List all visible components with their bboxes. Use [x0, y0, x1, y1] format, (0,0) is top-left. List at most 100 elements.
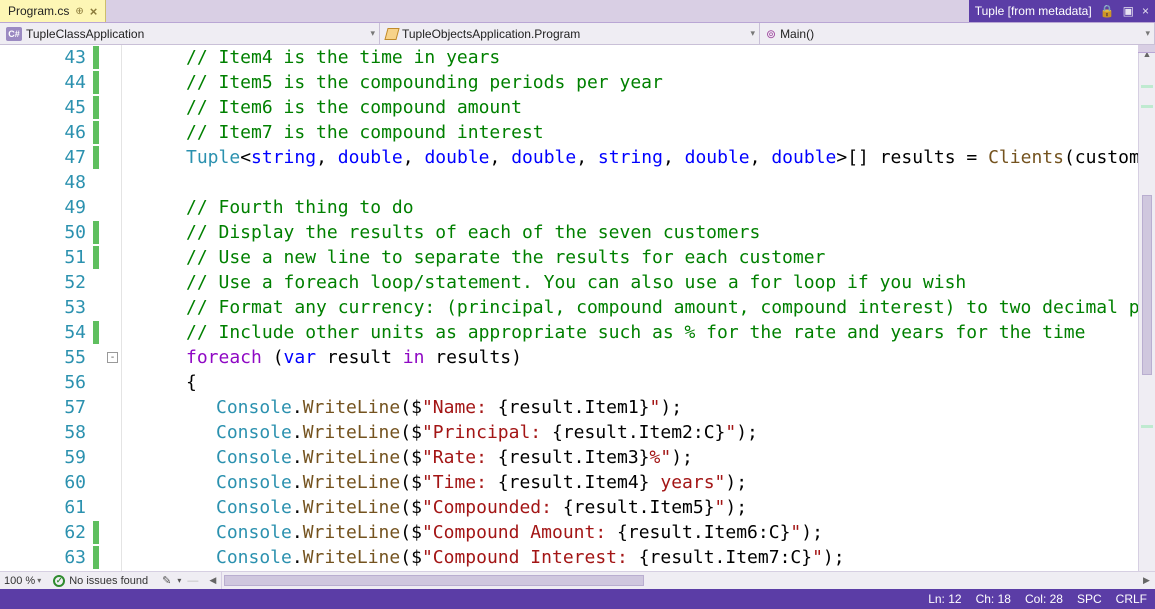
line-number: 63	[0, 545, 86, 570]
editor-tools[interactable]: ✎ ▾ ―	[156, 574, 204, 587]
status-indent[interactable]: SPC	[1077, 592, 1102, 606]
vertical-scrollbar[interactable]: ▲ ▼	[1138, 45, 1155, 589]
csharp-icon: C#	[6, 27, 22, 41]
screwdriver-icon: ✎	[162, 574, 171, 587]
editor-bottom-strip: 100 % ▾ ✓ No issues found ✎ ▾ ― ◀ ▶	[0, 571, 1155, 589]
horizontal-scrollbar[interactable]	[221, 572, 1138, 589]
code-line[interactable]: // Display the results of each of the se…	[126, 220, 1138, 245]
status-eol[interactable]: CRLF	[1116, 592, 1147, 606]
change-marker	[93, 146, 99, 169]
code-line[interactable]: // Item5 is the compounding periods per …	[126, 70, 1138, 95]
line-number: 49	[0, 195, 86, 220]
preview-tab-title: Tuple [from metadata]	[975, 4, 1092, 18]
line-number: 54	[0, 320, 86, 345]
pin-icon[interactable]: ⊕	[75, 6, 83, 17]
line-number: 60	[0, 470, 86, 495]
code-line[interactable]: // Format any currency: (principal, comp…	[126, 295, 1138, 320]
line-number: 43	[0, 45, 86, 70]
chevron-down-icon: ▾	[370, 28, 375, 39]
line-number: 48	[0, 170, 86, 195]
class-dropdown[interactable]: TupleObjectsApplication.Program ▾	[380, 23, 760, 44]
line-number: 57	[0, 395, 86, 420]
code-line[interactable]: // Item6 is the compound amount	[126, 95, 1138, 120]
change-marker	[93, 96, 99, 119]
collapse-icon[interactable]: -	[107, 352, 118, 363]
line-number: 52	[0, 270, 86, 295]
change-marker	[93, 246, 99, 269]
code-line[interactable]: // Item7 is the compound interest	[126, 120, 1138, 145]
preview-tab[interactable]: Tuple [from metadata] 🔒 ▣ ×	[969, 0, 1155, 22]
line-number: 45	[0, 95, 86, 120]
line-number: 46	[0, 120, 86, 145]
scroll-left-icon[interactable]: ◀	[204, 575, 221, 586]
change-marker	[93, 71, 99, 94]
code-line[interactable]: Console.WriteLine($"Time: {result.Item4}…	[126, 470, 1138, 495]
line-number: 50	[0, 220, 86, 245]
code-line[interactable]: // Fourth thing to do	[126, 195, 1138, 220]
chevron-down-icon: ▾	[37, 576, 41, 585]
chevron-down-icon: ▾	[177, 576, 181, 585]
split-handle[interactable]	[1138, 45, 1155, 53]
outlining-margin: -	[104, 45, 122, 589]
code-line[interactable]	[126, 170, 1138, 195]
line-number: 51	[0, 245, 86, 270]
change-marker	[93, 221, 99, 244]
close-icon[interactable]: ×	[90, 4, 98, 19]
document-tab-title: Program.cs	[8, 4, 69, 18]
close-icon[interactable]: ×	[1142, 4, 1149, 18]
line-number: 62	[0, 520, 86, 545]
change-marker	[93, 121, 99, 144]
code-line[interactable]: // Include other units as appropriate su…	[126, 320, 1138, 345]
code-line[interactable]: Console.WriteLine($"Principal: {result.I…	[126, 420, 1138, 445]
code-line[interactable]: foreach (var result in results)	[126, 345, 1138, 370]
class-name: TupleObjectsApplication.Program	[402, 27, 580, 41]
member-dropdown[interactable]: ⊚ Main() ▾	[760, 23, 1155, 44]
change-marker	[93, 46, 99, 69]
status-column[interactable]: Col: 28	[1025, 592, 1063, 606]
zoom-dropdown[interactable]: 100 % ▾	[0, 575, 45, 587]
code-line[interactable]: Console.WriteLine($"Name: {result.Item1}…	[126, 395, 1138, 420]
document-tab-strip: Program.cs ⊕ × Tuple [from metadata] 🔒 ▣…	[0, 0, 1155, 23]
line-number: 59	[0, 445, 86, 470]
project-name: TupleClassApplication	[26, 27, 144, 41]
scroll-thumb[interactable]	[1142, 195, 1152, 375]
code-line[interactable]: Tuple<string, double, double, double, st…	[126, 145, 1138, 170]
project-dropdown[interactable]: C# TupleClassApplication ▾	[0, 23, 380, 44]
code-line[interactable]: Console.WriteLine($"Compounded: {result.…	[126, 495, 1138, 520]
health-text: No issues found	[69, 575, 148, 587]
line-number: 58	[0, 420, 86, 445]
change-marker	[93, 521, 99, 544]
error-indicator[interactable]: ✓ No issues found	[45, 575, 156, 587]
change-marker	[93, 546, 99, 569]
line-number: 55	[0, 345, 86, 370]
status-line[interactable]: Ln: 12	[928, 592, 961, 606]
chevron-down-icon: ▾	[750, 28, 755, 39]
scroll-thumb[interactable]	[224, 575, 644, 586]
code-line[interactable]: Console.WriteLine($"Compound Interest: {…	[126, 545, 1138, 570]
code-line[interactable]: Console.WriteLine($"Rate: {result.Item3}…	[126, 445, 1138, 470]
class-icon	[384, 28, 399, 40]
chevron-down-icon: ▾	[1145, 28, 1150, 39]
navigation-bar: C# TupleClassApplication ▾ TupleObjectsA…	[0, 23, 1155, 45]
line-number-gutter: 4344454647484950515253545556575859606162…	[0, 45, 92, 589]
method-icon: ⊚	[766, 27, 776, 41]
zoom-value: 100 %	[4, 575, 35, 587]
code-surface[interactable]: // Item4 is the time in years// Item5 is…	[122, 45, 1138, 589]
code-line[interactable]: // Use a new line to separate the result…	[126, 245, 1138, 270]
line-number: 56	[0, 370, 86, 395]
check-icon: ✓	[53, 575, 65, 587]
code-line[interactable]: {	[126, 370, 1138, 395]
lock-icon: 🔒	[1100, 4, 1115, 18]
line-number: 53	[0, 295, 86, 320]
status-char[interactable]: Ch: 18	[976, 592, 1011, 606]
line-number: 44	[0, 70, 86, 95]
code-line[interactable]: Console.WriteLine($"Compound Amount: {re…	[126, 520, 1138, 545]
line-number: 61	[0, 495, 86, 520]
code-editor[interactable]: 4344454647484950515253545556575859606162…	[0, 45, 1155, 589]
status-bar: Ln: 12 Ch: 18 Col: 28 SPC CRLF	[0, 589, 1155, 609]
document-tab-active[interactable]: Program.cs ⊕ ×	[0, 0, 106, 22]
code-line[interactable]: // Use a foreach loop/statement. You can…	[126, 270, 1138, 295]
promote-icon[interactable]: ▣	[1123, 4, 1134, 18]
code-line[interactable]: // Item4 is the time in years	[126, 45, 1138, 70]
scroll-right-icon[interactable]: ▶	[1138, 575, 1155, 586]
